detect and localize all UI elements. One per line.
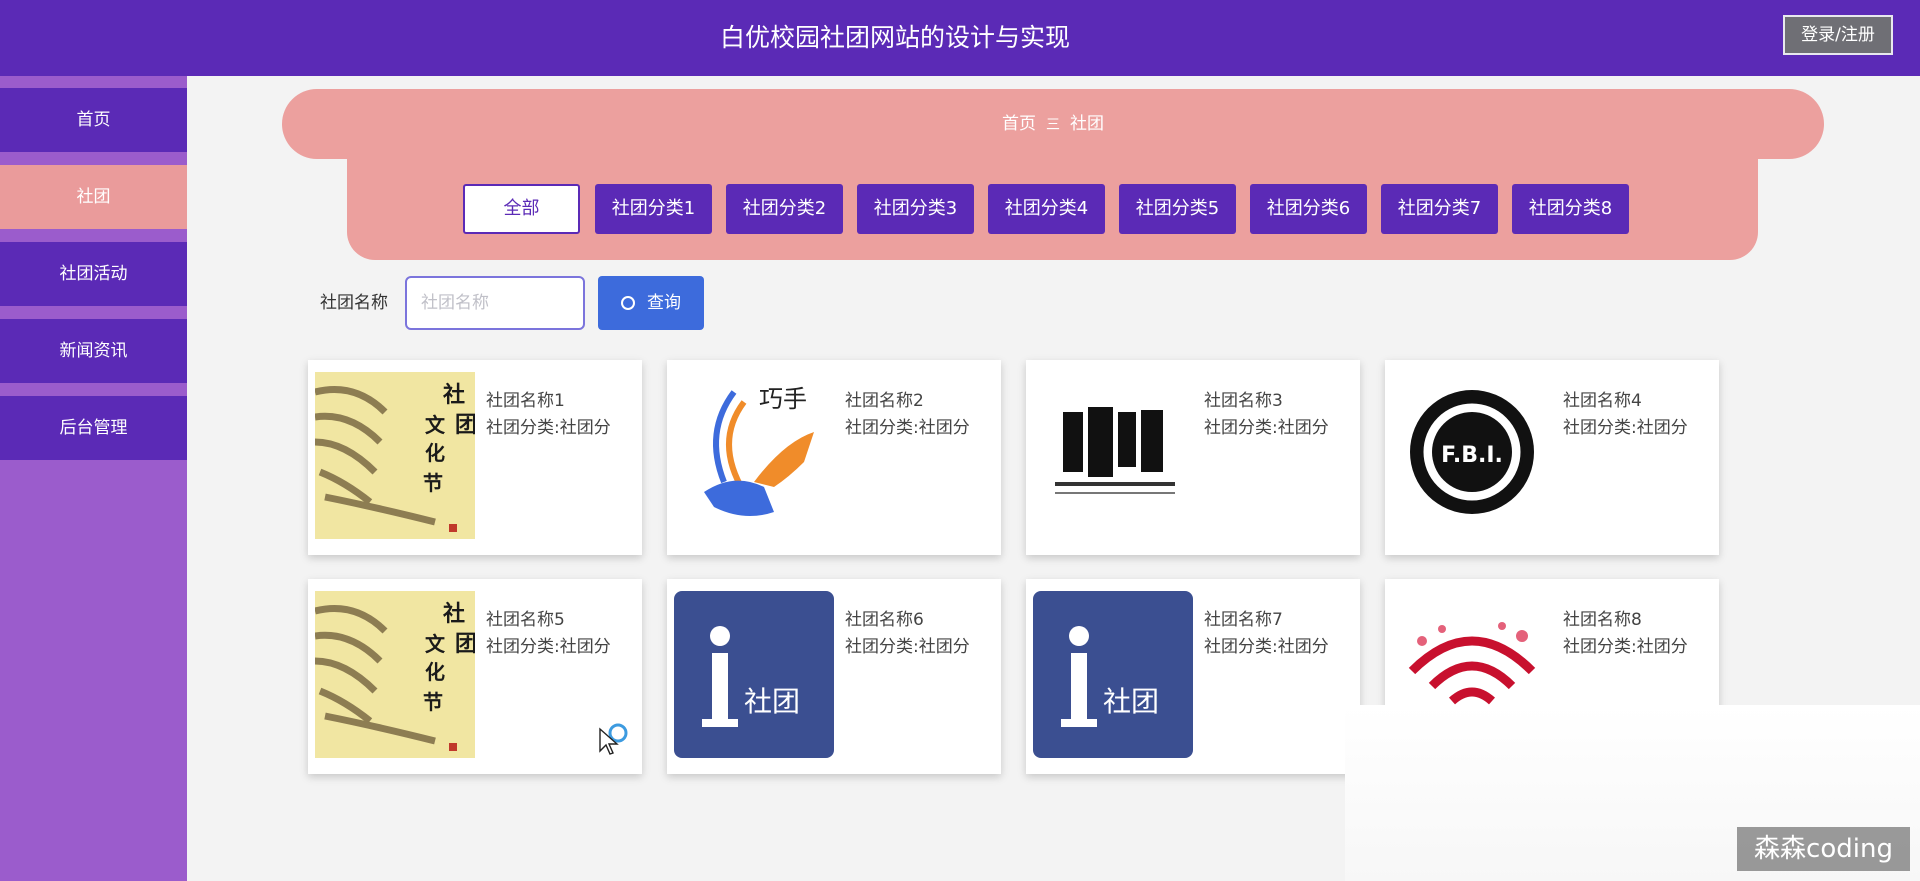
club-name-search-input[interactable]: [405, 276, 585, 330]
search-button-label: 查询: [647, 293, 681, 313]
club-category: 社团分类:社团分: [1204, 637, 1329, 657]
watermark: 森森coding: [1737, 827, 1910, 871]
club-name: 社团名称6: [845, 610, 924, 630]
sidebar: 首页 社团 社团活动 新闻资讯 后台管理: [0, 76, 187, 881]
club-image-ink: [1033, 372, 1193, 539]
category-5-button[interactable]: 社团分类5: [1119, 184, 1236, 234]
svg-text:化: 化: [425, 660, 445, 684]
category-2-button[interactable]: 社团分类2: [726, 184, 843, 234]
svg-text:文: 文: [425, 632, 446, 656]
category-all-button[interactable]: 全部: [463, 184, 580, 234]
svg-text:社: 社: [443, 601, 465, 627]
club-image-calligraphy: 社 团 文 化 节: [315, 591, 475, 758]
club-category: 社团分类:社团分: [1204, 418, 1329, 438]
breadcrumb-home[interactable]: 首页: [1002, 114, 1036, 134]
club-card-2[interactable]: 巧手 社团名称2 社团分类:社团分: [667, 360, 1001, 555]
club-card-6[interactable]: 社团 社团名称6 社团分类:社团分: [667, 579, 1001, 774]
sidebar-item-club-activities[interactable]: 社团活动: [0, 242, 187, 306]
sidebar-item-news[interactable]: 新闻资讯: [0, 319, 187, 383]
sidebar-item-admin[interactable]: 后台管理: [0, 396, 187, 460]
category-3-button[interactable]: 社团分类3: [857, 184, 974, 234]
club-category: 社团分类:社团分: [1563, 418, 1688, 438]
sidebar-item-clubs[interactable]: 社团: [0, 165, 187, 229]
category-8-button[interactable]: 社团分类8: [1512, 184, 1629, 234]
breadcrumb-banner: 首页三社团: [282, 89, 1824, 159]
svg-text:节: 节: [423, 690, 443, 714]
top-header: 白优校园社团网站的设计与实现 登录/注册: [0, 0, 1920, 76]
svg-text:团: 团: [455, 412, 475, 438]
club-category: 社团分类:社团分: [845, 637, 970, 657]
club-name: 社团名称5: [486, 610, 565, 630]
category-1-button[interactable]: 社团分类1: [595, 184, 712, 234]
site-title: 白优校园社团网站的设计与实现: [719, 23, 1070, 52]
club-name: 社团名称8: [1563, 610, 1642, 630]
svg-text:文: 文: [425, 413, 446, 437]
club-card-1[interactable]: 社 团 文 化 节 社团名称1 社团分类:社团分: [308, 360, 642, 555]
search-button[interactable]: 查询: [598, 276, 704, 330]
club-card-4[interactable]: F.B.I. 社团名称4 社团分类:社团分: [1385, 360, 1719, 555]
search-label: 社团名称: [320, 293, 388, 313]
mouse-cursor-icon: [599, 723, 628, 755]
sidebar-item-home[interactable]: 首页: [0, 88, 187, 152]
svg-text:社: 社: [443, 382, 465, 408]
breadcrumb-current: 社团: [1070, 114, 1104, 134]
club-category: 社团分类:社团分: [486, 637, 611, 657]
club-name: 社团名称1: [486, 391, 565, 411]
info-logo-text: 社团: [1103, 685, 1159, 718]
club-image-info: 社团: [1033, 591, 1193, 758]
club-card-3[interactable]: 社团名称3 社团分类:社团分: [1026, 360, 1360, 555]
club-card-5[interactable]: 社 团 文 化 节 社团名称5 社团分类:社团分: [308, 579, 642, 774]
club-name: 社团名称3: [1204, 391, 1283, 411]
club-name: 社团名称2: [845, 391, 924, 411]
hands-logo-text: 巧手: [759, 385, 807, 413]
fbi-seal-text: F.B.I.: [1441, 443, 1503, 468]
breadcrumb: 首页三社团: [282, 89, 1824, 159]
svg-text:团: 团: [455, 631, 475, 657]
club-card-7[interactable]: 社团 社团名称7 社团分类:社团分: [1026, 579, 1360, 774]
category-7-button[interactable]: 社团分类7: [1381, 184, 1498, 234]
category-6-button[interactable]: 社团分类6: [1250, 184, 1367, 234]
login-register-button[interactable]: 登录/注册: [1783, 15, 1893, 55]
info-logo-text: 社团: [744, 685, 800, 718]
club-category: 社团分类:社团分: [1563, 637, 1688, 657]
club-image-calligraphy: 社 团 文 化 节: [315, 372, 475, 539]
category-4-button[interactable]: 社团分类4: [988, 184, 1105, 234]
club-name: 社团名称7: [1204, 610, 1283, 630]
club-image-hands: 巧手: [674, 372, 834, 539]
svg-text:化: 化: [425, 441, 445, 465]
svg-text:节: 节: [423, 471, 443, 495]
club-name: 社团名称4: [1563, 391, 1642, 411]
club-image-info: 社团: [674, 591, 834, 758]
club-category: 社团分类:社团分: [486, 418, 611, 438]
search-icon: [621, 296, 635, 310]
breadcrumb-separator: 三: [1046, 117, 1060, 133]
club-category: 社团分类:社团分: [845, 418, 970, 438]
club-image-fbi-seal: F.B.I.: [1392, 372, 1552, 539]
